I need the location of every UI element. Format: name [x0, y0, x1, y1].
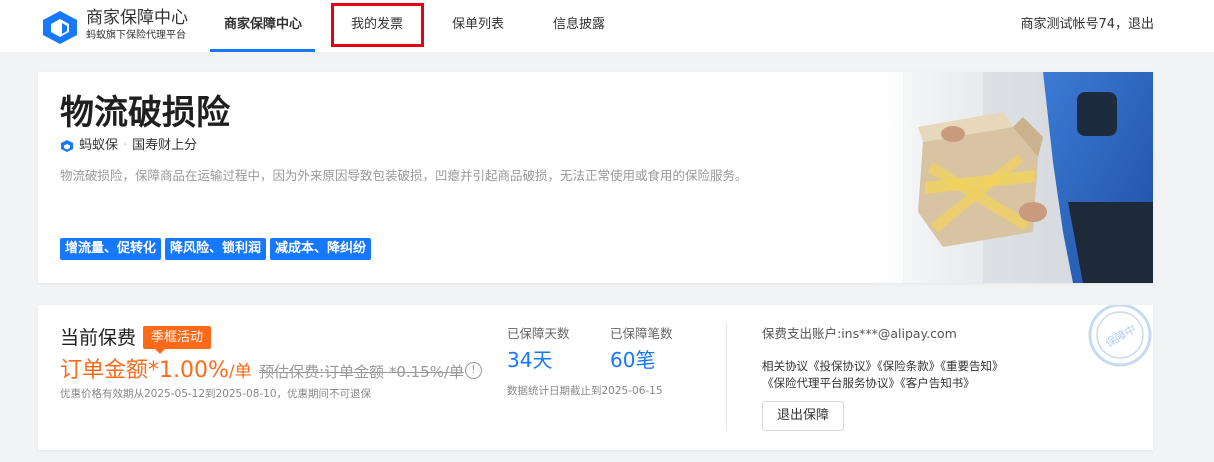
product-description: 物流破损险，保障商品在运输过程中，因为外来原因导致包装破损，凹瘪并引起商品破损，…	[60, 168, 748, 183]
stamp-text: 保障中	[1103, 322, 1139, 351]
info-icon[interactable]: !	[465, 362, 482, 379]
top-nav-bar: 商家保障中心 蚂蚁旗下保险代理平台 商家保障中心 我的发票 保单列表 信息披露 …	[0, 0, 1214, 52]
brand-logo-icon	[43, 11, 77, 44]
provider-brand: 蚂蚁保	[79, 138, 119, 153]
delivery-person-package-image	[863, 72, 1153, 283]
promo-badge: 季框活动	[143, 326, 212, 354]
stats-date-note: 数据统计日期截止到2025-06-15	[507, 385, 663, 397]
ant-insurance-logo-icon	[61, 139, 73, 152]
benefit-tag: 增流量、促转化	[60, 238, 162, 260]
product-title: 物流破损险	[60, 93, 230, 133]
related-agreements: 相关协议《投保协议》《保险条款》《重要告知》《保险代理平台服务协议》《客户告知书…	[762, 358, 1134, 392]
current-premium-card: 当前保费 季框活动 订单金额*1.00%/单 预估保费:订单金额 *0.15%/…	[38, 305, 1153, 450]
agreement-link-customer[interactable]: 《客户告知书》	[900, 376, 975, 390]
benefit-tags: 增流量、促转化 降风险、锁利润 减成本、降纠纷	[60, 237, 375, 260]
current-rate-value: 订单金额*1.00%	[60, 358, 229, 383]
nav-policy-list[interactable]: 保单列表	[452, 17, 504, 33]
current-rate-unit: /单	[228, 362, 252, 382]
payment-account: 保费支出账户:ins***@alipay.com	[762, 326, 957, 341]
nav-info-disclosure[interactable]: 信息披露	[553, 17, 605, 33]
provider-insurer: 国寿财上分	[132, 138, 198, 153]
benefit-tag: 减成本、降纠纷	[270, 238, 372, 260]
protected-stamp-icon: 保障中	[1088, 305, 1152, 367]
stat-count-label: 已保障笔数	[610, 326, 673, 341]
nav-merchant-center[interactable]: 商家保障中心	[224, 17, 302, 33]
user-account-logout[interactable]: 商家测试帐号74，退出	[1020, 17, 1154, 33]
agreement-link-platform[interactable]: 《保险代理平台服务协议》	[762, 376, 900, 390]
brand-subtitle: 蚂蚁旗下保险代理平台	[86, 30, 186, 41]
premium-title: 当前保费	[60, 327, 137, 349]
stat-count-value: 60笔	[610, 348, 656, 372]
benefit-tag: 降风险、锁利润	[165, 238, 267, 260]
agreements-label: 相关协议	[762, 359, 808, 373]
vertical-divider	[726, 323, 727, 431]
highlight-annotation-box	[331, 3, 424, 47]
promo-validity-note: 优惠价格有效期从2025-05-12到2025-08-10，优惠期间不可退保	[60, 388, 372, 400]
stat-days-label: 已保障天数	[507, 326, 570, 341]
current-rate: 订单金额*1.00%/单	[60, 358, 252, 385]
agreement-link-notice[interactable]: 《重要告知》	[940, 359, 1003, 373]
agreement-link-insurance[interactable]: 《投保协议》	[808, 359, 877, 373]
exit-protection-button[interactable]: 退出保障	[762, 401, 844, 431]
product-hero-banner: 物流破损险 蚂蚁保 · 国寿财上分 物流破损险，保障商品在运输过程中，因为外来原因导…	[38, 72, 1153, 283]
brand-title: 商家保障中心	[86, 8, 188, 28]
agreement-link-terms[interactable]: 《保险条款》	[877, 359, 940, 373]
active-nav-underline	[210, 49, 315, 52]
provider-separator: ·	[123, 138, 128, 153]
original-rate: 预估保费:订单金额 *0.15%/单	[259, 363, 465, 381]
stat-days-value: 34天	[507, 348, 553, 372]
provider-line: 蚂蚁保 · 国寿财上分	[60, 138, 197, 154]
